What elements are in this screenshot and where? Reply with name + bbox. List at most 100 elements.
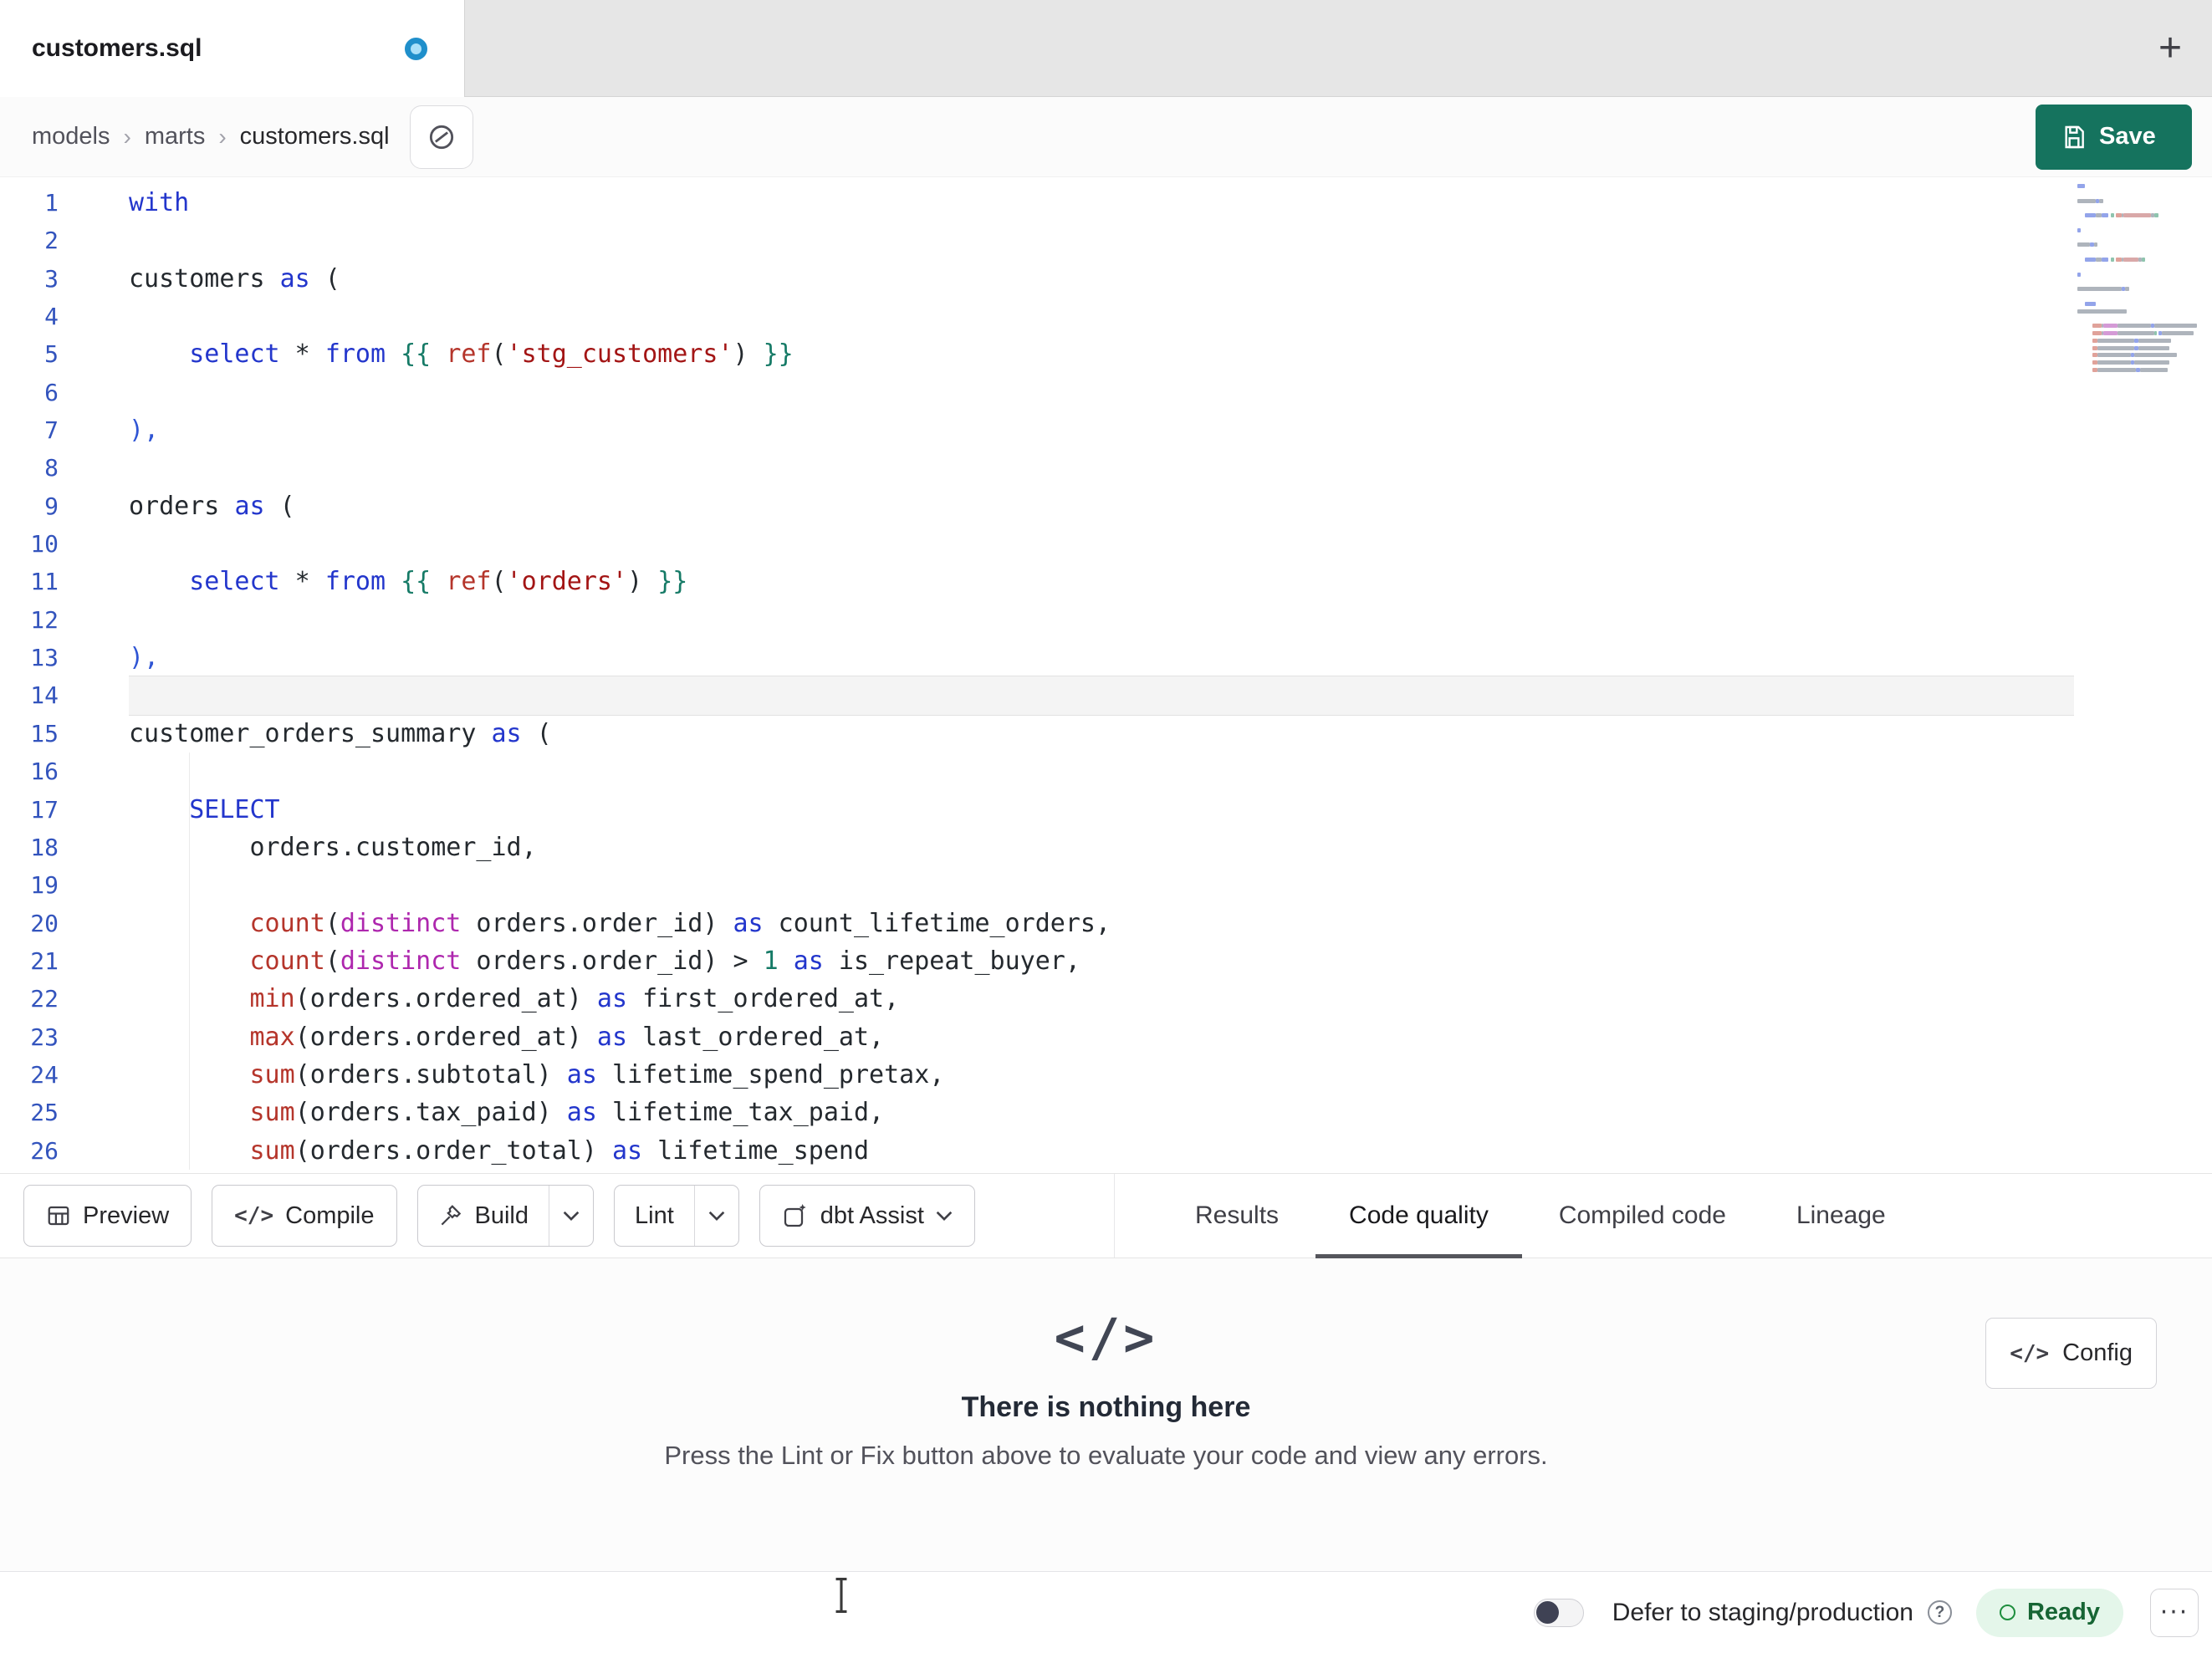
line-number: 6: [44, 378, 59, 406]
line-number: 9: [44, 492, 59, 520]
minimap-line: [2077, 257, 2202, 262]
more-menu-button[interactable]: ···: [2150, 1588, 2199, 1637]
lint-button[interactable]: Lint: [615, 1186, 694, 1246]
chevron-down-icon: [563, 1210, 580, 1222]
build-dropdown-button[interactable]: [549, 1186, 593, 1246]
code-line[interactable]: orders as (: [129, 487, 2074, 525]
minimap-line: [2077, 316, 2202, 320]
code-line[interactable]: customer_orders_summary as (: [129, 715, 2074, 753]
line-number: 26: [30, 1136, 59, 1165]
editor-gutter: 1 2 3 4 5 6 7 8 9 10 11 12 13 14 15 16 17 18 19 20 21 22 23 24 2…: [0, 177, 80, 1173]
minimap-line: [2077, 221, 2202, 225]
chevron-right-icon: ›: [218, 123, 227, 150]
status-badge[interactable]: Ready: [1975, 1588, 2123, 1637]
code-line[interactable]: [129, 601, 2074, 639]
line-number: 14: [30, 681, 59, 710]
code-line[interactable]: [129, 525, 2074, 563]
line-number: 25: [30, 1099, 59, 1127]
tab-customers-sql[interactable]: customers.sql: [0, 0, 465, 97]
tab-lineage[interactable]: Lineage: [1796, 1174, 1886, 1258]
line-number: 22: [30, 985, 59, 1013]
code-line[interactable]: [129, 676, 2074, 715]
line-number: 5: [44, 340, 59, 369]
lint-dropdown-button[interactable]: [693, 1186, 738, 1246]
minimap-line: [2077, 330, 2202, 335]
dbt-assist-button[interactable]: dbt Assist: [759, 1185, 975, 1247]
circle-outline-icon: [1999, 1605, 2015, 1620]
code-line[interactable]: min(orders.ordered_at) as first_ordered_…: [129, 980, 2074, 1018]
code-line[interactable]: [129, 298, 2074, 335]
tab-compiled-code[interactable]: Compiled code: [1559, 1174, 1726, 1258]
save-button[interactable]: Save: [2036, 104, 2192, 170]
minimap-line: [2077, 279, 2202, 283]
line-number: 16: [30, 758, 59, 786]
line-number: 3: [44, 264, 59, 293]
minimap-line: [2077, 184, 2202, 188]
code-line[interactable]: sum(orders.order_total) as lifetime_spen…: [129, 1132, 2074, 1170]
breadcrumb-customers-sql: customers.sql: [239, 123, 390, 150]
minimap-line: [2077, 206, 2202, 210]
code-line[interactable]: select * from {{ ref('orders') }}: [129, 563, 2074, 600]
editor-tab-bar: customers.sql +: [0, 0, 2212, 97]
code-line[interactable]: sum(orders.subtotal) as lifetime_spend_p…: [129, 1056, 2074, 1094]
minimap-line: [2077, 242, 2202, 247]
compile-button[interactable]: </> Compile: [212, 1185, 397, 1247]
code-line[interactable]: max(orders.ordered_at) as last_ordered_a…: [129, 1018, 2074, 1056]
line-number: 4: [44, 303, 59, 331]
preview-button-label: Preview: [83, 1201, 170, 1229]
code-lines[interactable]: with customers as ( select * from {{ ref(…: [80, 177, 2074, 1173]
toolbar-buttons: Preview </> Compile Build Lint dbt Assis…: [0, 1174, 1114, 1258]
code-line[interactable]: count(distinct orders.order_id) as count…: [129, 905, 2074, 942]
code-line[interactable]: sum(orders.tax_paid) as lifetime_tax_pai…: [129, 1094, 2074, 1131]
code-editor[interactable]: 1 2 3 4 5 6 7 8 9 10 11 12 13 14 15 16 17 18 19 20 21 22 23 24 2…: [0, 177, 2212, 1173]
minimap-line: [2077, 324, 2202, 329]
sparkle-pencil-icon: [782, 1202, 809, 1229]
lint-split-button: Lint: [614, 1185, 739, 1247]
minimap-line: [2077, 353, 2202, 358]
new-tab-button[interactable]: +: [2143, 23, 2197, 74]
line-number: 21: [30, 946, 59, 975]
dbt-assist-button-label: dbt Assist: [820, 1201, 924, 1229]
code-line[interactable]: select * from {{ ref('stg_customers') }}: [129, 335, 2074, 373]
breadcrumb-models[interactable]: models: [32, 123, 110, 151]
build-split-button: Build: [416, 1185, 594, 1247]
line-number: 20: [30, 909, 59, 937]
minimap-line: [2077, 236, 2202, 240]
code-line[interactable]: [129, 449, 2074, 487]
preview-button[interactable]: Preview: [23, 1185, 192, 1247]
question-circle-icon[interactable]: ?: [1927, 1600, 1952, 1625]
code-line[interactable]: orders.customer_id,: [129, 829, 2074, 866]
compile-button-label: Compile: [285, 1201, 375, 1229]
minimap[interactable]: [2074, 177, 2212, 1173]
copilot-button[interactable]: [409, 105, 473, 169]
chevron-down-icon: [708, 1210, 725, 1222]
minimap-line: [2077, 198, 2202, 203]
breadcrumb-marts[interactable]: marts: [145, 123, 206, 151]
line-number: 7: [44, 416, 59, 445]
tab-code-quality[interactable]: Code quality: [1315, 1174, 1522, 1258]
code-line[interactable]: [129, 374, 2074, 411]
minimap-line: [2077, 287, 2202, 292]
tab-results[interactable]: Results: [1195, 1174, 1279, 1258]
code-line[interactable]: ),: [129, 411, 2074, 449]
line-number: 13: [30, 644, 59, 672]
code-line[interactable]: SELECT: [129, 791, 2074, 829]
code-line[interactable]: customers as (: [129, 260, 2074, 298]
defer-toggle[interactable]: [1533, 1598, 1584, 1627]
tab-title: customers.sql: [32, 34, 202, 62]
minimap-line: [2077, 367, 2202, 372]
code-line[interactable]: ),: [129, 639, 2074, 676]
code-icon: </>: [234, 1203, 274, 1228]
code-line[interactable]: count(distinct orders.order_id) > 1 as i…: [129, 942, 2074, 980]
config-button[interactable]: </> Config: [1985, 1318, 2157, 1389]
build-button[interactable]: Build: [418, 1186, 549, 1246]
code-line[interactable]: [129, 753, 2074, 790]
table-icon: [46, 1203, 71, 1228]
code-line[interactable]: with: [129, 184, 2074, 222]
line-number: 15: [30, 719, 59, 747]
empty-state: </> There is nothing here Press the Lint…: [0, 1258, 2212, 1471]
code-line[interactable]: [129, 866, 2074, 904]
code-line[interactable]: [129, 222, 2074, 259]
line-number: 23: [30, 1023, 59, 1051]
hammer-icon: [438, 1203, 463, 1228]
